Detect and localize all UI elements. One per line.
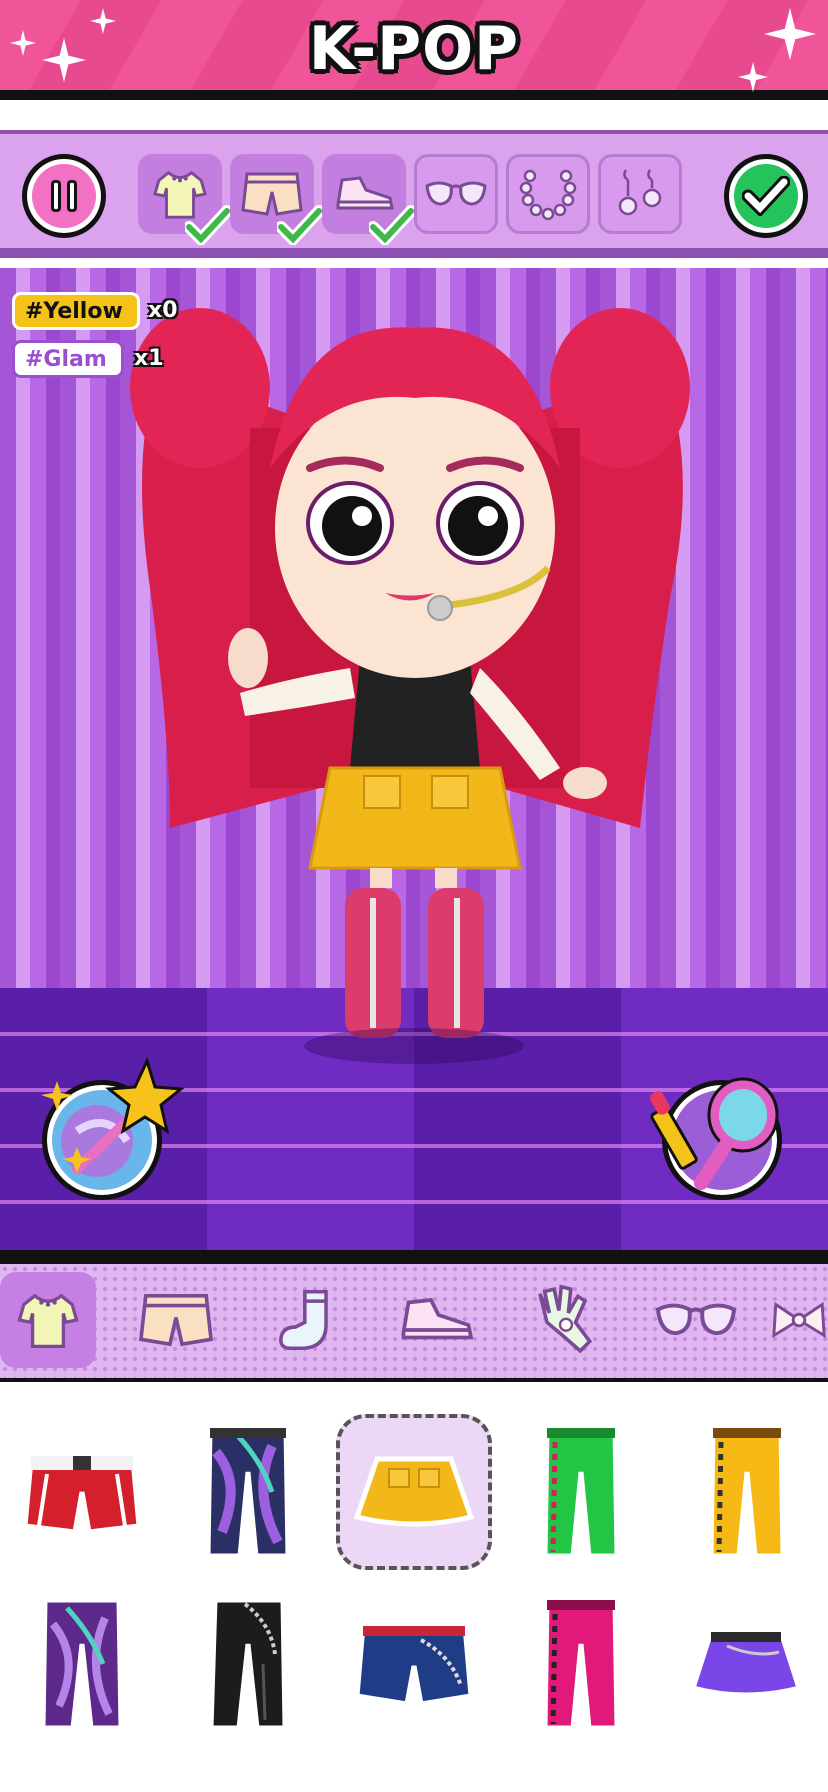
outfit-slot-glasses[interactable] [414,154,498,234]
purple-pants-icon [40,1597,124,1731]
earrings-icon [618,169,662,216]
outfit-slot-top[interactable] [138,154,231,245]
category-bar [0,1264,828,1382]
glove-icon [538,1284,593,1354]
outfit-progress-toolbar [0,130,828,258]
item-yellow-pants[interactable] [668,1414,824,1570]
bow-icon [772,1301,826,1339]
check-icon [277,205,323,245]
makeup-button[interactable] [650,1077,782,1200]
character-stage [0,268,828,1260]
header-bar: K-POP [0,0,828,100]
category-socks[interactable] [258,1272,354,1368]
outfit-slot-shoes[interactable] [322,154,415,245]
item-pink-pants[interactable] [502,1586,658,1742]
top-icon [17,1293,79,1349]
shorts-icon [138,1294,214,1347]
item-yellow-skirt[interactable] [336,1414,492,1570]
item-purple-chain-pants[interactable] [170,1414,326,1570]
red-shorts-icon [22,1456,142,1535]
page-title: K-POP [308,14,520,84]
magic-style-button[interactable] [41,1056,185,1200]
check-icon [742,176,790,216]
purple-skirt-icon [689,1629,803,1698]
sneaker-icon [401,1297,474,1340]
item-red-shorts[interactable] [4,1414,160,1570]
pink-pants-icon [542,1597,620,1731]
green-pants-icon [542,1425,620,1559]
style-tag-yellow-count: x0 [148,298,178,323]
confirm-button[interactable] [724,154,808,238]
item-grid [0,1390,828,1792]
magic-wand-icon [41,1056,185,1177]
yellow-pants-icon [708,1425,786,1559]
outfit-slot-necklace[interactable] [506,154,590,234]
category-glasses[interactable] [648,1272,744,1368]
pause-icon [51,180,61,212]
stage-divider [0,1250,828,1264]
mirror-lipstick-icon [650,1077,779,1190]
header-divider [0,110,828,130]
glasses-icon [655,1303,737,1336]
check-icon [185,205,231,245]
item-black-pants[interactable] [170,1586,326,1742]
pause-icon-bar [67,180,77,212]
category-shoes[interactable] [388,1272,484,1368]
category-gloves[interactable] [518,1272,614,1368]
glasses-icon [425,181,487,206]
purple-chain-pants-icon [205,1425,291,1559]
pause-button[interactable] [22,154,106,238]
black-pants-icon [208,1597,288,1731]
necklace-icon [519,169,577,221]
style-tag-yellow: #Yellow [12,292,140,330]
outfit-slot-earrings[interactable] [598,154,682,234]
denim-shorts-icon [354,1623,474,1707]
check-icon [369,205,415,245]
item-purple-skirt[interactable] [668,1586,824,1742]
category-bottoms[interactable] [128,1272,224,1368]
sock-icon [279,1289,328,1351]
category-bows[interactable] [770,1272,828,1368]
item-denim-shorts[interactable] [336,1586,492,1742]
item-purple-pants[interactable] [4,1586,160,1742]
category-tops[interactable] [0,1272,96,1368]
style-tag-glam-count: x1 [134,346,164,371]
yellow-skirt-icon [353,1456,475,1527]
outfit-slot-shorts[interactable] [230,154,323,245]
style-tag-glam: #Glam [12,340,124,378]
item-green-pants[interactable] [502,1414,658,1570]
